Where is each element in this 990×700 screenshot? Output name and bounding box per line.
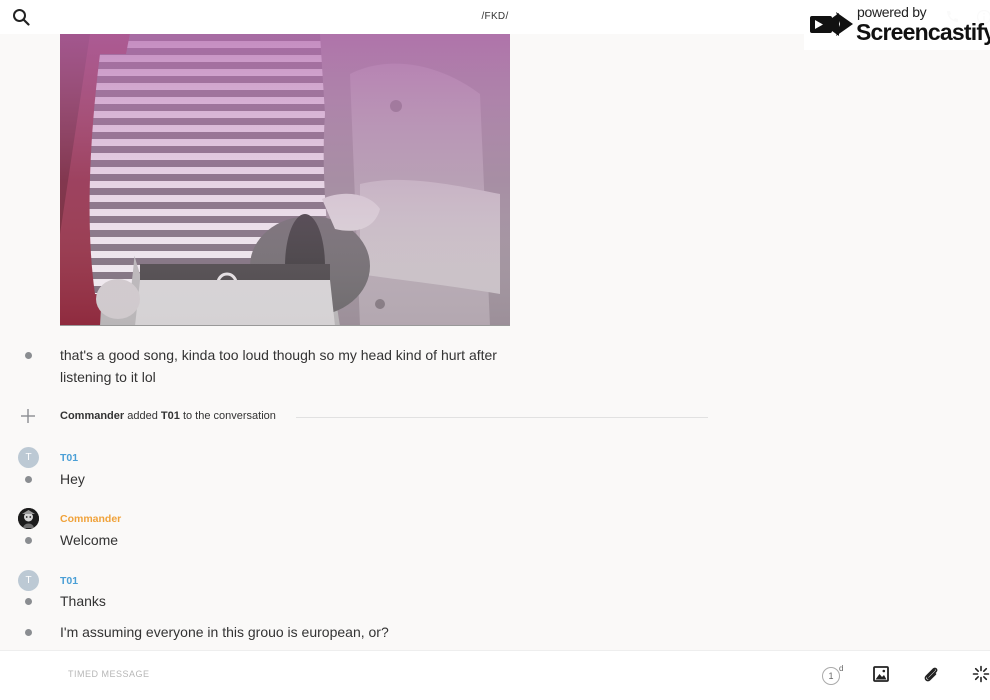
system-event-text: Commander added T01 to the conversation xyxy=(60,410,276,422)
message-text: Hey xyxy=(60,471,85,487)
message-status-dot xyxy=(25,476,32,483)
sender-name[interactable]: T01 xyxy=(60,575,78,587)
avatar[interactable]: T xyxy=(18,570,39,591)
composer-bar: 1 d xyxy=(0,650,990,700)
message-status-dot xyxy=(25,629,32,636)
watermark-powered-by: powered by xyxy=(857,4,927,20)
system-suffix: to the conversation xyxy=(182,410,276,422)
sender-name[interactable]: T01 xyxy=(60,452,78,464)
message-status-dot xyxy=(25,537,32,544)
message-text-line: that's a good song, kinda too loud thoug… xyxy=(60,347,497,363)
message-input[interactable] xyxy=(68,669,668,679)
message-text-line: listening to it lol xyxy=(60,369,156,385)
photo-illustration xyxy=(60,34,510,325)
timer-value: 1 xyxy=(822,667,840,685)
screencastify-watermark: powered by Screencastify xyxy=(804,0,990,50)
system-action: added xyxy=(127,410,158,422)
sparkle-icon[interactable] xyxy=(972,665,990,683)
system-divider xyxy=(296,417,708,418)
message-status-dot xyxy=(25,352,32,359)
avatar[interactable]: T xyxy=(18,447,39,468)
shared-photo[interactable] xyxy=(60,34,510,326)
message-text: that's a good song, kinda too loud thoug… xyxy=(60,344,530,388)
commander-avatar-image xyxy=(18,508,39,529)
paperclip-icon[interactable] xyxy=(922,665,940,683)
watermark-brand: Screencastify xyxy=(856,19,990,45)
system-event: Commander added T01 to the conversation xyxy=(0,406,710,428)
system-actor: Commander xyxy=(60,410,125,422)
system-target: T01 xyxy=(160,410,180,422)
image-icon[interactable] xyxy=(872,665,890,683)
timer-unit: d xyxy=(839,664,844,673)
plus-icon xyxy=(21,409,35,423)
timer-button[interactable]: 1 d xyxy=(820,664,846,687)
message-text: I'm assuming everyone in this grouo is e… xyxy=(60,624,389,640)
message-text: Thanks xyxy=(60,593,106,609)
message-text: Welcome xyxy=(60,532,119,548)
screencastify-logo-icon xyxy=(810,12,853,36)
message-status-dot xyxy=(25,598,32,605)
sender-name[interactable]: Commander xyxy=(60,513,121,525)
avatar[interactable] xyxy=(18,508,39,529)
